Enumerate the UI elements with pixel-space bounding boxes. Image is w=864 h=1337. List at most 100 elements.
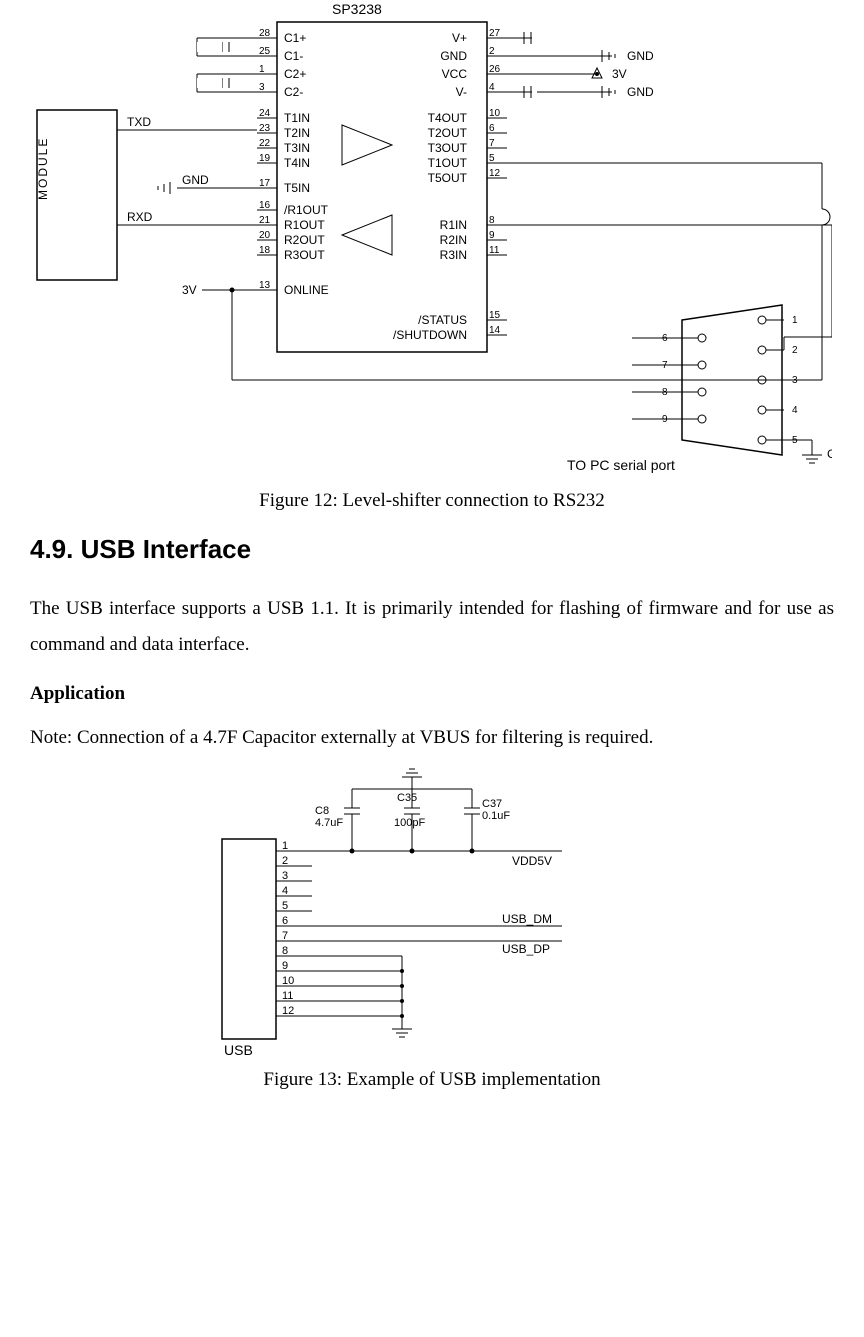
svg-text:3: 3	[259, 82, 265, 93]
svg-text:GND: GND	[182, 173, 209, 187]
svg-text:T3IN: T3IN	[284, 141, 310, 155]
svg-text:USB_DM: USB_DM	[502, 912, 552, 926]
svg-text:MODULE: MODULE	[36, 137, 50, 200]
svg-text:/R1OUT: /R1OUT	[284, 203, 329, 217]
svg-text:7: 7	[489, 138, 495, 149]
db9-connector: 6 7 8 9 1 2 3 4 5 GND	[632, 305, 832, 463]
svg-text:ONLINE: ONLINE	[284, 283, 329, 297]
svg-text:C8: C8	[315, 805, 329, 817]
svg-text:GND: GND	[827, 447, 832, 461]
svg-text:C37: C37	[482, 798, 502, 810]
svg-text:0.1uF: 0.1uF	[482, 810, 510, 822]
svg-text:12: 12	[282, 1005, 294, 1017]
svg-text:USB_DP: USB_DP	[502, 942, 550, 956]
svg-text:3V: 3V	[612, 67, 627, 81]
svg-text:14: 14	[489, 325, 501, 336]
svg-text:9: 9	[282, 960, 288, 972]
svg-text:12: 12	[489, 168, 501, 179]
svg-text:GND: GND	[627, 85, 654, 99]
ic-name: SP3238	[332, 1, 382, 17]
svg-text:24: 24	[259, 108, 271, 119]
usb-connector	[222, 839, 276, 1039]
svg-text:RXD: RXD	[127, 210, 153, 224]
svg-text:3: 3	[282, 870, 288, 882]
svg-text:9: 9	[489, 230, 495, 241]
svg-text:R3OUT: R3OUT	[284, 248, 325, 262]
svg-text:2: 2	[489, 46, 495, 57]
svg-text:6: 6	[489, 123, 495, 134]
ic-right-pins: 27V+ 2GND 26VCC 4V- 10T4OUT 6T2OUT 7T3OU…	[393, 28, 507, 342]
svg-text:7: 7	[282, 930, 288, 942]
svg-text:VDD5V: VDD5V	[512, 854, 552, 868]
svg-text:1: 1	[282, 840, 288, 852]
svg-text:13: 13	[259, 280, 271, 291]
svg-text:GND: GND	[627, 49, 654, 63]
svg-text:1: 1	[792, 315, 798, 326]
svg-text:C35: C35	[397, 792, 417, 804]
svg-text:10: 10	[489, 108, 501, 119]
svg-text:15: 15	[489, 310, 501, 321]
svg-text:5: 5	[282, 900, 288, 912]
svg-text:20: 20	[259, 230, 271, 241]
section-paragraph: The USB interface supports a USB 1.1. It…	[30, 591, 834, 663]
svg-text:T2IN: T2IN	[284, 126, 310, 140]
svg-text:C1+: C1+	[284, 31, 306, 45]
ic-left-pins: 28C1+ 25C1- 1C2+ 3C2- 24T1IN 23T2IN 22T3…	[257, 28, 329, 297]
figure-12-caption: Figure 12: Level-shifter connection to R…	[30, 490, 834, 512]
svg-text:8: 8	[489, 215, 495, 226]
svg-text:21: 21	[259, 215, 271, 226]
svg-text:3V: 3V	[182, 283, 197, 297]
svg-text:4: 4	[792, 405, 798, 416]
svg-text:3: 3	[792, 375, 798, 386]
svg-text:27: 27	[489, 28, 501, 39]
svg-text:TXD: TXD	[127, 115, 151, 129]
application-subheading: Application	[30, 683, 834, 705]
svg-text:R1IN: R1IN	[440, 218, 467, 232]
svg-text:R1OUT: R1OUT	[284, 218, 325, 232]
figure-12-schematic: SP3238 28C1+ 25C1- 1C2+ 3C2- 24T1IN 23T2…	[30, 0, 834, 480]
svg-text:C2+: C2+	[284, 67, 306, 81]
svg-text:5: 5	[489, 153, 495, 164]
svg-text:11: 11	[282, 990, 293, 1002]
to-pc-label: TO PC serial port	[567, 457, 675, 473]
svg-text:28: 28	[259, 28, 271, 39]
svg-text:GND: GND	[440, 49, 467, 63]
figure-13-caption: Figure 13: Example of USB implementation	[30, 1069, 834, 1091]
svg-text:R2OUT: R2OUT	[284, 233, 325, 247]
svg-text:25: 25	[259, 46, 271, 57]
level-shifter-schematic-svg: SP3238 28C1+ 25C1- 1C2+ 3C2- 24T1IN 23T2…	[32, 0, 832, 480]
svg-text:T4OUT: T4OUT	[428, 111, 468, 125]
svg-text:T1IN: T1IN	[284, 111, 310, 125]
svg-text:11: 11	[489, 245, 500, 256]
svg-text:T5OUT: T5OUT	[428, 171, 468, 185]
usb-schematic-svg: USB 1 2 3 4 5 6 7 8 9 10 11 12 VDD5V C8 …	[202, 759, 662, 1059]
svg-text:6: 6	[282, 915, 288, 927]
svg-text:18: 18	[259, 245, 271, 256]
svg-text:4: 4	[489, 82, 495, 93]
svg-text:C2-: C2-	[284, 85, 303, 99]
svg-text:USB: USB	[224, 1042, 253, 1058]
tx-buffer-icon	[342, 125, 392, 165]
svg-text:100pF: 100pF	[394, 817, 425, 829]
svg-text:2: 2	[282, 855, 288, 867]
svg-text:T3OUT: T3OUT	[428, 141, 468, 155]
svg-text:/STATUS: /STATUS	[418, 313, 467, 327]
svg-text:T1OUT: T1OUT	[428, 156, 468, 170]
svg-text:T2OUT: T2OUT	[428, 126, 468, 140]
usb-pins: 1 2 3 4 5 6 7 8 9 10 11 12	[276, 840, 312, 1017]
rx-buffer-icon	[342, 215, 392, 255]
svg-text:/SHUTDOWN: /SHUTDOWN	[393, 328, 467, 342]
svg-text:10: 10	[282, 975, 294, 987]
svg-text:T4IN: T4IN	[284, 156, 310, 170]
svg-text:19: 19	[259, 153, 271, 164]
svg-text:8: 8	[282, 945, 288, 957]
svg-text:4.7uF: 4.7uF	[315, 817, 343, 829]
svg-text:C1-: C1-	[284, 49, 303, 63]
svg-text:23: 23	[259, 123, 271, 134]
svg-text:VCC: VCC	[442, 67, 468, 81]
svg-text:R3IN: R3IN	[440, 248, 467, 262]
svg-text:V-: V-	[456, 85, 467, 99]
svg-text:1: 1	[259, 64, 265, 75]
application-note: Note: Connection of a 4.7F Capacitor ext…	[30, 727, 834, 749]
svg-text:2: 2	[792, 345, 798, 356]
